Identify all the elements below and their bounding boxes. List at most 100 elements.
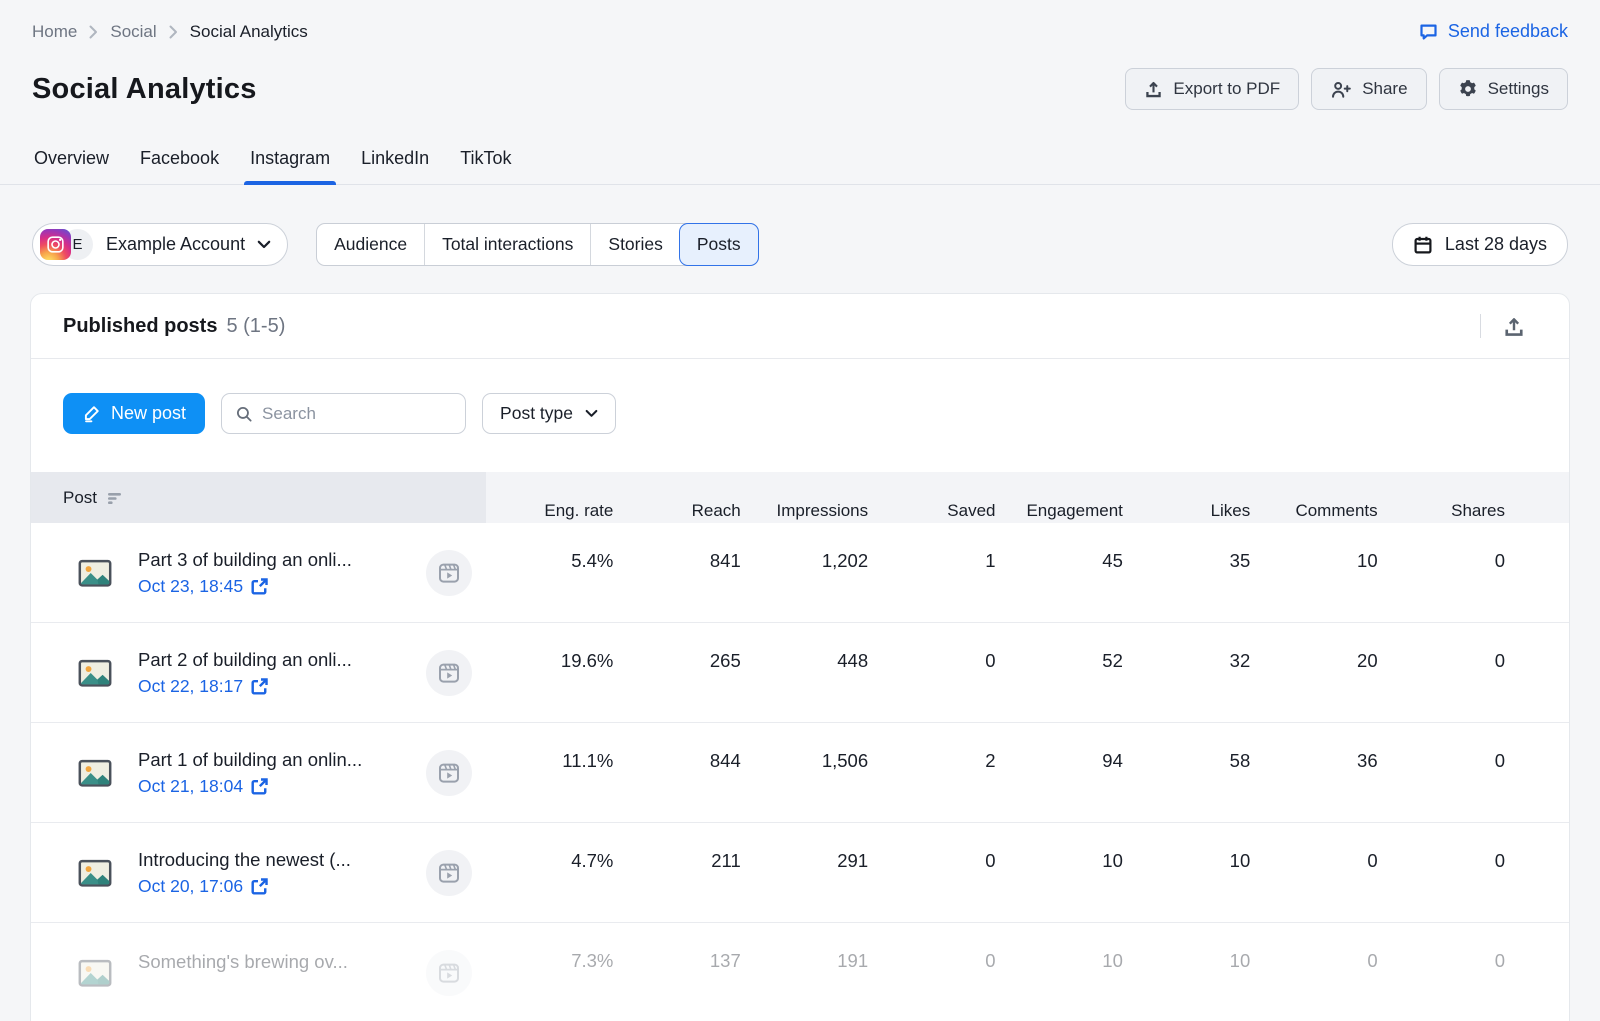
date-range-button[interactable]: Last 28 days	[1392, 223, 1568, 266]
post-date-link[interactable]: Oct 20, 17:06	[138, 876, 351, 897]
engagement-value: 10	[996, 823, 1123, 922]
breadcrumb-home[interactable]: Home	[32, 22, 77, 42]
likes-value: 10	[1123, 923, 1250, 1021]
column-header-eng-rate[interactable]: Eng. rate	[486, 472, 613, 523]
reach-value: 137	[613, 923, 740, 1021]
search-icon	[235, 405, 253, 423]
column-header-post[interactable]: Post	[31, 472, 486, 523]
settings-button[interactable]: Settings	[1439, 68, 1568, 110]
post-title: Part 2 of building an onli...	[138, 649, 352, 671]
segment-stories[interactable]: Stories	[590, 224, 679, 265]
segment-posts[interactable]: Posts	[679, 223, 759, 266]
new-post-button[interactable]: New post	[63, 393, 205, 434]
header-actions: Export to PDF Share Settings	[1125, 68, 1568, 110]
reel-video-icon	[426, 950, 472, 996]
impressions-value: 448	[741, 623, 868, 722]
table-row: Part 2 of building an onli... Oct 22, 18…	[31, 623, 1569, 723]
engagement-value: 45	[996, 523, 1123, 622]
shares-value: 0	[1378, 923, 1505, 1021]
post-date-link[interactable]: Oct 22, 18:17	[138, 676, 352, 697]
reel-video-icon	[426, 750, 472, 796]
post-thumbnail-image-icon	[76, 654, 114, 692]
share-button[interactable]: Share	[1311, 68, 1426, 110]
upload-icon	[1144, 80, 1163, 99]
table-row: Part 1 of building an onlin... Oct 21, 1…	[31, 723, 1569, 823]
eng-rate-value: 19.6%	[486, 623, 613, 722]
reel-video-icon	[426, 850, 472, 896]
card-count: 5 (1-5)	[226, 315, 285, 338]
post-title: Introducing the newest (...	[138, 849, 351, 871]
tab-linkedin[interactable]: LinkedIn	[359, 140, 431, 184]
table-row: Introducing the newest (... Oct 20, 17:0…	[31, 823, 1569, 923]
table-row: Something's brewing ov... 7.3% 137 191 0…	[31, 923, 1569, 1021]
reel-video-icon	[426, 550, 472, 596]
tab-facebook[interactable]: Facebook	[138, 140, 221, 184]
eng-rate-value: 4.7%	[486, 823, 613, 922]
post-date-link[interactable]: Oct 23, 18:45	[138, 576, 352, 597]
send-feedback-link[interactable]: Send feedback	[1418, 21, 1568, 42]
account-name: Example Account	[106, 234, 245, 255]
gear-icon	[1458, 79, 1478, 99]
reach-value: 844	[613, 723, 740, 822]
export-table-button[interactable]	[1503, 314, 1537, 338]
tab-tiktok[interactable]: TikTok	[458, 140, 513, 184]
breadcrumb-social[interactable]: Social	[110, 22, 156, 42]
post-text: Something's brewing ov...	[138, 951, 348, 995]
topbar: Home Social Social Analytics Send feedba…	[0, 0, 1600, 42]
post-date: Oct 20, 17:06	[138, 876, 243, 897]
calendar-icon	[1413, 235, 1433, 255]
breadcrumb: Home Social Social Analytics	[32, 22, 308, 42]
export-to-pdf-label: Export to PDF	[1173, 79, 1280, 99]
segment-total-interactions[interactable]: Total interactions	[424, 224, 590, 265]
comments-value: 0	[1250, 823, 1377, 922]
page-title: Social Analytics	[32, 73, 257, 106]
card-title: Published posts	[63, 315, 217, 338]
new-post-label: New post	[111, 403, 186, 424]
segment-audience[interactable]: Audience	[317, 224, 424, 265]
eng-rate-value: 11.1%	[486, 723, 613, 822]
post-date: Oct 23, 18:45	[138, 576, 243, 597]
post-column-label: Post	[63, 488, 97, 508]
column-header-engagement[interactable]: Engagement	[996, 472, 1123, 523]
tab-overview[interactable]: Overview	[32, 140, 111, 184]
post-cell: Introducing the newest (... Oct 20, 17:0…	[31, 823, 486, 922]
sort-icon	[107, 491, 123, 505]
tab-instagram[interactable]: Instagram	[248, 140, 332, 184]
external-link-icon	[251, 678, 268, 695]
card-header: Published posts 5 (1-5)	[31, 294, 1569, 358]
saved-value: 2	[868, 723, 995, 822]
post-date-link[interactable]: Oct 21, 18:04	[138, 776, 362, 797]
report-segments: Audience Total interactions Stories Post…	[316, 223, 759, 266]
impressions-value: 191	[741, 923, 868, 1021]
post-type-dropdown[interactable]: Post type	[482, 393, 616, 434]
column-header-saved[interactable]: Saved	[868, 472, 995, 523]
post-thumbnail-image-icon	[76, 954, 114, 992]
eng-rate-value: 7.3%	[486, 923, 613, 1021]
search-input[interactable]	[262, 404, 452, 424]
post-thumbnail-image-icon	[76, 554, 114, 592]
post-type-label: Post type	[500, 403, 573, 424]
column-header-likes[interactable]: Likes	[1123, 472, 1250, 523]
likes-value: 58	[1123, 723, 1250, 822]
column-header-comments[interactable]: Comments	[1250, 472, 1377, 523]
breadcrumb-current: Social Analytics	[190, 22, 308, 42]
post-date: Oct 22, 18:17	[138, 676, 243, 697]
column-header-shares[interactable]: Shares	[1378, 472, 1505, 523]
reel-video-icon	[426, 650, 472, 696]
saved-value: 0	[868, 923, 995, 1021]
account-selector[interactable]: E Example Account	[32, 223, 288, 266]
likes-value: 32	[1123, 623, 1250, 722]
filters-row: E Example Account Audience Total interac…	[0, 185, 1600, 266]
post-text: Part 2 of building an onli... Oct 22, 18…	[138, 649, 352, 697]
column-header-reach[interactable]: Reach	[613, 472, 740, 523]
comments-value: 0	[1250, 923, 1377, 1021]
chevron-down-icon	[257, 240, 271, 249]
tabs-bar: Overview Facebook Instagram LinkedIn Tik…	[0, 140, 1600, 185]
person-plus-icon	[1330, 80, 1352, 99]
reach-value: 265	[613, 623, 740, 722]
instagram-icon	[40, 229, 71, 260]
column-header-impressions[interactable]: Impressions	[741, 472, 868, 523]
reach-value: 211	[613, 823, 740, 922]
export-to-pdf-button[interactable]: Export to PDF	[1125, 68, 1299, 110]
shares-value: 0	[1378, 623, 1505, 722]
